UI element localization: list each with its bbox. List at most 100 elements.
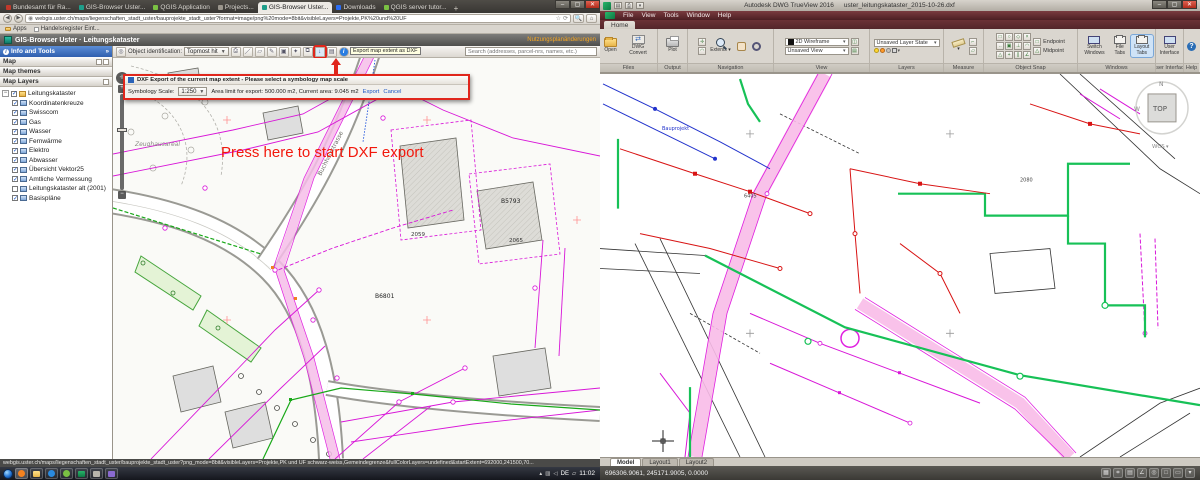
bookmark-handelsregister[interactable]: Handelsregister Eint...: [34, 26, 100, 32]
layer-checkbox[interactable]: [12, 119, 18, 125]
layer-item[interactable]: Übersicht Vektor25: [2, 165, 112, 175]
object-id-select[interactable]: Topmost hit▼: [184, 47, 229, 56]
layer-color-swatch[interactable]: [892, 48, 897, 53]
chevron-up-icon[interactable]: »: [106, 49, 109, 55]
maximize-button[interactable]: ▢: [570, 0, 585, 9]
taskbar-mail[interactable]: [105, 468, 118, 479]
browser-tab-6[interactable]: QGIS server tutor...: [380, 2, 451, 13]
cadastral-map[interactable]: Zeughausareal Buchholzstrasse B5793 2065…: [113, 58, 600, 459]
map-themes-bar[interactable]: Map themes: [0, 67, 112, 77]
viewcube-west-label[interactable]: W: [1134, 106, 1140, 113]
viewcube-toggle-icon[interactable]: ◫: [851, 38, 859, 46]
address-bar[interactable]: ◉ webgis.uster.ch/maps/liegenschaften_st…: [25, 14, 571, 23]
browser-tab-active[interactable]: GIS-Browser Uster...: [258, 2, 333, 13]
browser-tab-3[interactable]: Projects...: [214, 2, 258, 13]
qat-open-icon[interactable]: ▤: [614, 2, 622, 9]
dxf-drawing[interactable]: Bauprojekt 6405 2080 TOP W N WCS ▾: [600, 74, 1200, 457]
snap-mode-icon[interactable]: ⌗: [1113, 468, 1123, 478]
drawing-canvas[interactable]: Bauprojekt 6405 2080 TOP W N WCS ▾: [600, 73, 1200, 457]
layer-checkbox[interactable]: [12, 129, 18, 135]
zoom-slider[interactable]: [120, 94, 124, 190]
open-button[interactable]: Open: [602, 37, 619, 55]
snap-intersection-icon[interactable]: ×: [1023, 33, 1031, 41]
menu-file[interactable]: File: [623, 12, 633, 19]
bookmark-apps[interactable]: Apps: [5, 26, 27, 32]
pan-hand-button[interactable]: [735, 41, 748, 52]
layer-item[interactable]: Swisscom: [2, 108, 112, 118]
menu-tools[interactable]: Tools: [663, 12, 678, 19]
help-button[interactable]: ?: [1185, 41, 1198, 52]
browser-tab-5[interactable]: Downloads: [332, 2, 379, 13]
dxf-export-icon[interactable]: ↓: [315, 47, 325, 57]
layer-checkbox[interactable]: [12, 195, 18, 201]
tray-volume-icon[interactable]: ◁: [553, 471, 557, 477]
measure-area-icon[interactable]: ▱: [969, 47, 977, 55]
application-button[interactable]: [605, 12, 615, 19]
start-button[interactable]: [3, 469, 13, 479]
layer-checkbox[interactable]: [12, 167, 18, 173]
image-export-icon[interactable]: ▤: [327, 47, 337, 57]
tool-icon[interactable]: [103, 79, 109, 85]
layer-checkbox[interactable]: [12, 186, 18, 192]
url-text[interactable]: webgis.uster.ch/maps/liegenschaften_stad…: [35, 16, 553, 22]
info-tools-header[interactable]: i Info and Tools »: [0, 46, 112, 57]
layer-checkbox[interactable]: [11, 91, 17, 97]
header-link[interactable]: Nutzungsplanänderungen: [527, 37, 596, 43]
snap-parallel-icon[interactable]: ∥: [1014, 51, 1022, 59]
visual-style-select[interactable]: 2D Wireframe▾: [785, 38, 849, 46]
reload-icon[interactable]: ⟳: [563, 15, 568, 22]
symbology-scale-select[interactable]: 1:250▼: [178, 87, 207, 96]
grid-display-icon[interactable]: ▤: [1125, 468, 1135, 478]
layer-off-icon[interactable]: [886, 48, 891, 53]
object-snap-icon[interactable]: □: [1161, 468, 1171, 478]
measure-distance-icon[interactable]: ⌐: [969, 38, 977, 46]
layer-item[interactable]: Gas: [2, 118, 112, 128]
tab-model[interactable]: Model: [610, 458, 641, 466]
zoom-out-button[interactable]: −: [118, 191, 126, 199]
tab-layout1[interactable]: Layout1: [642, 458, 677, 466]
navbar-toggle-icon[interactable]: ▤: [851, 47, 859, 55]
layer-root[interactable]: − Leitungskataster: [2, 89, 112, 99]
user-interface-button[interactable]: User Interface: [1158, 35, 1181, 58]
snap-extension-icon[interactable]: ‥: [996, 42, 1004, 50]
qat-plot-icon[interactable]: ⎙: [625, 2, 633, 9]
redline-icon[interactable]: ✦: [291, 47, 301, 57]
menu-window[interactable]: Window: [687, 12, 710, 19]
snap-apparent-icon[interactable]: +: [1005, 51, 1013, 59]
layout-tabs-toggle[interactable]: Layout Tabs: [1131, 35, 1153, 58]
measure-area-icon[interactable]: ▱: [255, 47, 265, 57]
layer-item[interactable]: Koordinatenkreuze: [2, 99, 112, 109]
model-paper-toggle[interactable]: ▭: [1173, 468, 1183, 478]
map-section-bar[interactable]: Map: [0, 57, 112, 67]
forward-button[interactable]: ▶: [14, 14, 23, 23]
taskbar-explorer[interactable]: [30, 468, 43, 479]
snap-quadrant-icon[interactable]: ◇: [1014, 33, 1022, 41]
snap-node-icon[interactable]: □: [996, 33, 1004, 41]
layer-item[interactable]: Amtliche Vermessung: [2, 175, 112, 185]
measure-line-icon[interactable]: ／: [243, 47, 253, 57]
orbit-icon[interactable]: ◠: [698, 47, 706, 55]
map-canvas[interactable]: Zeughausareal Buchholzstrasse B5793 2065…: [113, 58, 600, 459]
search-engine-icon[interactable]: 🔍: [573, 14, 584, 23]
taskbar-firefox[interactable]: [15, 468, 28, 479]
switch-windows-button[interactable]: Switch Windows: [1080, 35, 1109, 58]
taskbar-ie[interactable]: [45, 468, 58, 479]
pan-icon[interactable]: ✛: [698, 38, 706, 46]
layer-checkbox[interactable]: [12, 157, 18, 163]
snap-center-icon[interactable]: ○: [1005, 33, 1013, 41]
clock[interactable]: 11:02: [579, 470, 597, 477]
steering-wheel-button[interactable]: [750, 41, 763, 52]
close-button[interactable]: ✕: [1182, 0, 1197, 9]
layer-item[interactable]: Abwasser: [2, 156, 112, 166]
layer-checkbox[interactable]: [12, 176, 18, 182]
layer-item[interactable]: Wasser: [2, 127, 112, 137]
print-icon[interactable]: ⎙: [231, 47, 241, 57]
map-layers-bar[interactable]: Map Layers: [0, 77, 112, 87]
snap-tangent-icon[interactable]: ◠: [1023, 42, 1031, 50]
layer-freeze-icon[interactable]: [880, 48, 885, 53]
browser-tab-1[interactable]: GIS-Browser Uster...: [75, 2, 150, 13]
menu-view[interactable]: View: [641, 12, 655, 19]
layer-on-icon[interactable]: [874, 48, 879, 53]
taskbar-trueview[interactable]: [75, 468, 88, 479]
collapse-icon[interactable]: −: [2, 90, 9, 97]
